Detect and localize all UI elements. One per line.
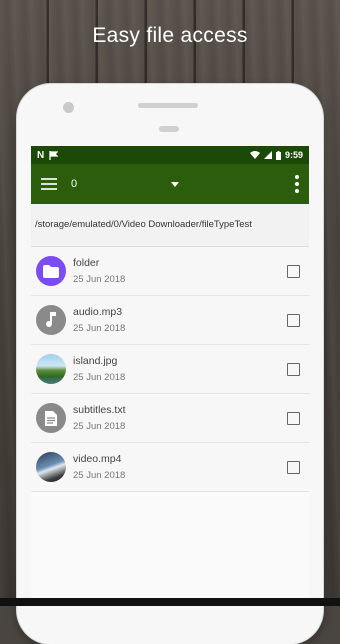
status-time: 9:59 (284, 150, 303, 160)
current-path: /storage/emulated/0/Video Downloader/fil… (31, 204, 309, 247)
list-item[interactable]: video.mp4 25 Jun 2018 (31, 443, 309, 492)
file-date: 25 Jun 2018 (73, 421, 126, 432)
file-date: 25 Jun 2018 (73, 323, 126, 334)
n-notification-icon: N (37, 149, 45, 161)
phone-frame: N 9:59 0 /storage/emulated/0/Video Downl… (17, 84, 323, 644)
file-name: video.mp4 (73, 453, 122, 465)
spinner-value: 0 (71, 178, 78, 190)
front-camera (63, 102, 74, 113)
signal-icon (263, 151, 272, 159)
app-toolbar: 0 (31, 164, 309, 204)
select-checkbox[interactable] (287, 313, 300, 327)
drawer-menu-icon[interactable] (41, 178, 57, 190)
folder-spinner[interactable]: 0 (71, 178, 275, 190)
file-name: folder (73, 257, 100, 269)
status-bar: N 9:59 (31, 146, 309, 164)
bottom-edge (0, 598, 340, 606)
list-item[interactable]: subtitles.txt 25 Jun 2018 (31, 394, 309, 443)
file-name: subtitles.txt (73, 404, 126, 416)
file-name: island.jpg (73, 355, 118, 367)
dropdown-caret-icon (171, 181, 179, 187)
music-note-icon (36, 305, 66, 335)
select-checkbox[interactable] (287, 411, 300, 425)
promo-headline: Easy file access (92, 24, 248, 47)
proximity-sensor (159, 126, 179, 132)
earpiece-speaker (138, 103, 198, 108)
image-thumbnail (36, 354, 66, 384)
select-checkbox[interactable] (287, 362, 300, 376)
list-item[interactable]: island.jpg 25 Jun 2018 (31, 345, 309, 394)
folder-icon (36, 256, 66, 286)
list-item[interactable]: audio.mp3 25 Jun 2018 (31, 296, 309, 345)
overflow-menu-icon[interactable] (295, 175, 299, 193)
file-date: 25 Jun 2018 (73, 372, 126, 383)
list-item[interactable]: folder 25 Jun 2018 (31, 247, 309, 296)
file-date: 25 Jun 2018 (73, 274, 126, 285)
phone-screen: N 9:59 0 /storage/emulated/0/Video Downl… (31, 146, 309, 606)
video-thumbnail (36, 452, 66, 482)
battery-icon (275, 150, 281, 160)
file-list: folder 25 Jun 2018 audio.mp3 25 Jun 2018 (31, 247, 309, 492)
text-file-icon (36, 403, 66, 433)
file-date: 25 Jun 2018 (73, 470, 126, 481)
wifi-icon (249, 151, 260, 159)
select-checkbox[interactable] (287, 460, 300, 474)
file-name: audio.mp3 (73, 306, 123, 318)
select-checkbox[interactable] (287, 264, 300, 278)
flag-notification-icon (49, 150, 59, 160)
